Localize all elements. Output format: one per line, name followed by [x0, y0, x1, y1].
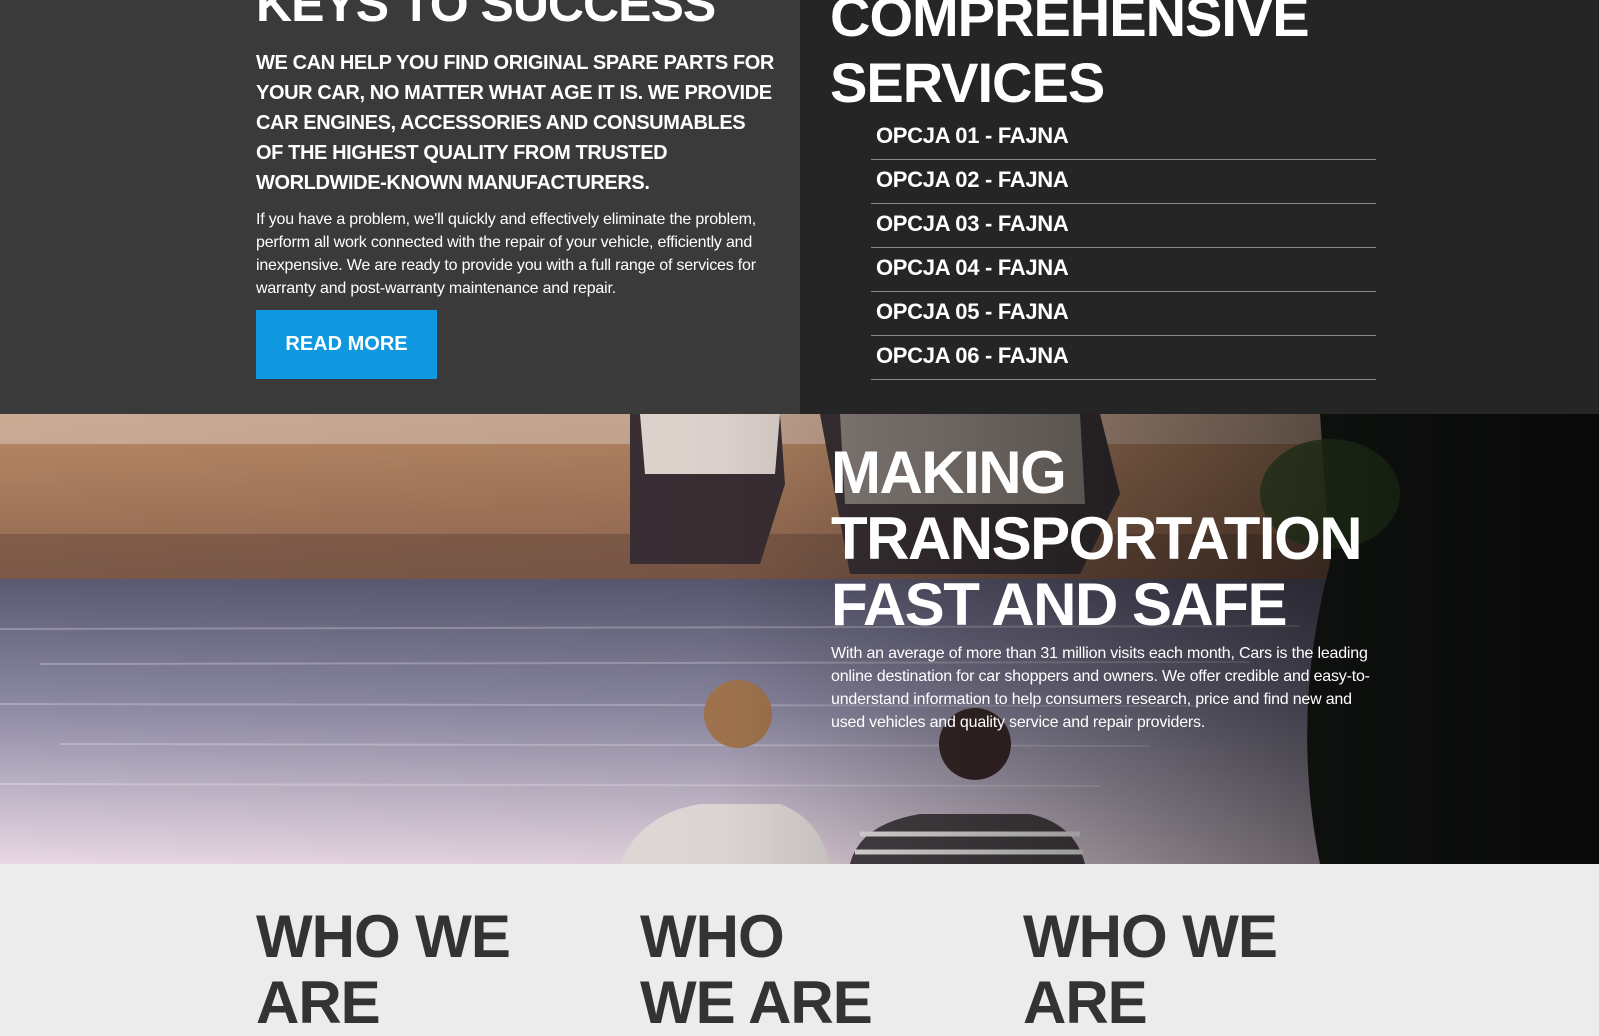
services-list-item[interactable]: OPCJA 05 - FAJNA [871, 292, 1376, 336]
keys-lead-text: WE CAN HELP YOU FIND ORIGINAL SPARE PART… [256, 52, 774, 194]
services-list-item[interactable]: OPCJA 06 - FAJNA [871, 336, 1376, 380]
keys-heading: KEYS TO SUCCESS [256, 0, 716, 32]
who-we-are-heading-1: WHO WE ARE [256, 903, 511, 1036]
keys-body-text: If you have a problem, we'll quickly and… [256, 211, 757, 297]
services-list-item[interactable]: OPCJA 01 - FAJNA [871, 116, 1376, 160]
services-list-item[interactable]: OPCJA 03 - FAJNA [871, 204, 1376, 248]
services-list-item[interactable]: OPCJA 04 - FAJNA [871, 248, 1376, 292]
services-list: OPCJA 01 - FAJNA OPCJA 02 - FAJNA OPCJA … [871, 116, 1376, 380]
who-we-are-heading-2: WHO WE ARE [640, 903, 873, 1036]
read-more-button[interactable]: READ MORE [256, 310, 437, 379]
hero-text: With an average of more than 31 million … [831, 645, 1370, 731]
who-we-are-heading-3: WHO WE ARE [1023, 903, 1278, 1036]
services-list-item[interactable]: OPCJA 02 - FAJNA [871, 160, 1376, 204]
hero-heading: MAKING TRANSPORTATION FAST AND SAFE [831, 439, 1363, 638]
services-heading: COMPREHENSIVE SERVICES [830, 0, 1310, 114]
